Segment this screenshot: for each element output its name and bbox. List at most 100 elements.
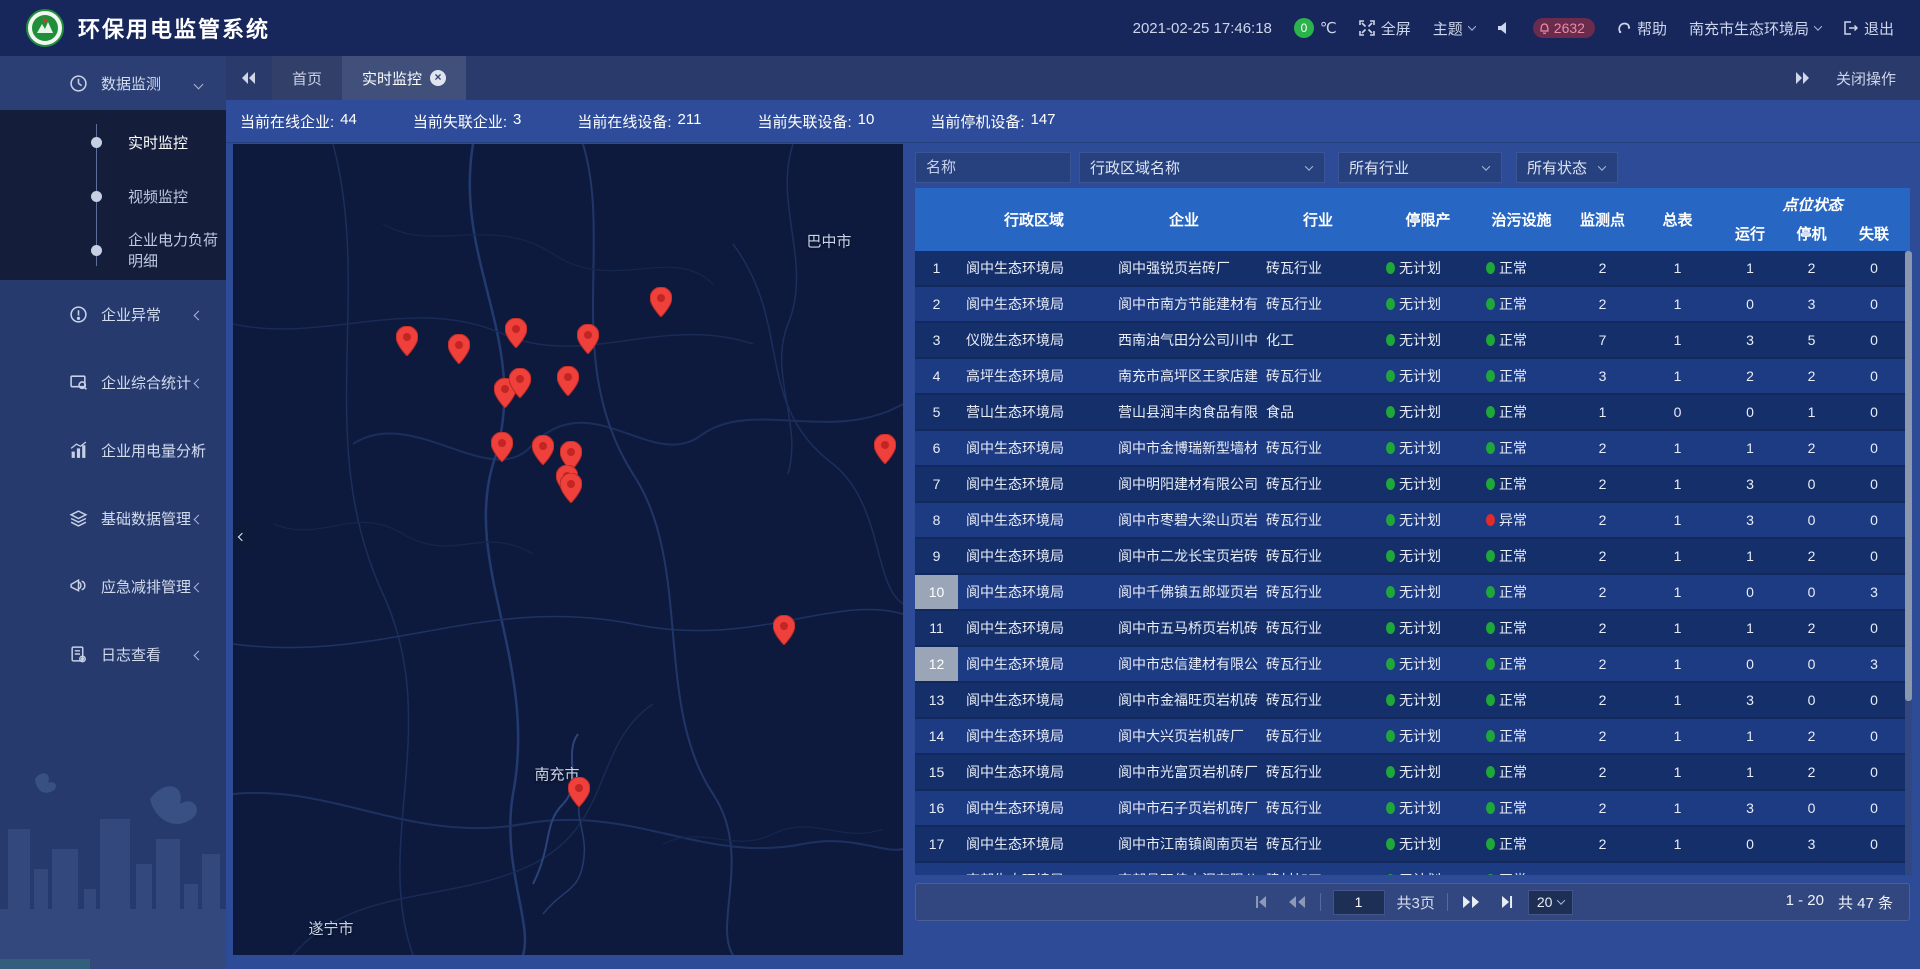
chevron-down-icon: [1482, 162, 1490, 170]
status-dot-icon: [1386, 298, 1395, 310]
stat-label: 当前在线设备:: [577, 111, 671, 132]
next-page-button[interactable]: [1460, 891, 1482, 913]
page-number-input[interactable]: [1333, 890, 1385, 915]
org-dropdown[interactable]: 南充市生态环境局: [1689, 18, 1821, 39]
logout-button[interactable]: 退出: [1843, 18, 1894, 39]
table-row[interactable]: 17 阆中生态环境局 阆中市江南镇阆南页岩 砖瓦行业 无计划 正常 2 1 0 …: [915, 827, 1910, 863]
tab-bar: 首页 实时监控 × 关闭操作: [226, 56, 1920, 100]
table-row[interactable]: 13 阆中生态环境局 阆中市金福旺页岩机砖 砖瓦行业 无计划 正常 2 1 3 …: [915, 683, 1910, 719]
status-dot-icon: [1486, 730, 1495, 742]
map-pin-icon[interactable]: [396, 326, 418, 356]
fullscreen-button[interactable]: 全屏: [1359, 18, 1411, 39]
col-header-run: 运行: [1715, 215, 1785, 251]
status-dot-icon: [1386, 874, 1395, 875]
timeline-dot-icon: [91, 191, 102, 202]
double-chevron-right-icon[interactable]: [1794, 72, 1810, 84]
name-filter-input[interactable]: [926, 159, 1060, 176]
map-pin-icon[interactable]: [505, 318, 527, 348]
map-pin-icon[interactable]: [448, 334, 470, 364]
sidebar-item-power-analysis[interactable]: 企业用电量分析: [0, 416, 226, 484]
table-row[interactable]: 4 高坪生态环境局 南充市高坪区王家店建 砖瓦行业 无计划 正常 3 1 2 2…: [915, 359, 1910, 395]
map-pin-icon[interactable]: [560, 473, 582, 503]
page-size-select[interactable]: 20: [1528, 890, 1574, 915]
table-row[interactable]: 16 阆中生态环境局 阆中市石子页岩机砖厂 砖瓦行业 无计划 正常 2 1 3 …: [915, 791, 1910, 827]
table-row[interactable]: 7 阆中生态环境局 阆中明阳建材有限公司 砖瓦行业 无计划 正常 2 1 3 0…: [915, 467, 1910, 503]
table-row[interactable]: 8 阆中生态环境局 阆中市枣碧大梁山页岩 砖瓦行业 无计划 异常 2 1 3 0…: [915, 503, 1910, 539]
table-row[interactable]: 5 营山生态环境局 营山县润丰肉食品有限 食品 无计划 正常 1 0 0 1 0: [915, 395, 1910, 431]
sidebar-item-enterprise-abnormal[interactable]: 企业异常: [0, 280, 226, 348]
sidebar-item-power-load-detail[interactable]: 企业电力负荷明细: [0, 233, 226, 267]
col-header-industry: 行业: [1258, 188, 1378, 251]
status-dot-icon: [1386, 838, 1395, 850]
chevron-left-icon: [194, 378, 204, 388]
sidebar-item-video-monitor[interactable]: 视频监控: [0, 179, 226, 213]
map-pin-icon[interactable]: [874, 434, 896, 464]
sidebar-item-data-monitor[interactable]: 数据监测: [0, 56, 226, 110]
sidebar-item-emergency-reduction[interactable]: 应急减排管理: [0, 552, 226, 620]
status-filter-select[interactable]: 所有状态: [1516, 152, 1618, 183]
region-filter-select[interactable]: 行政区域名称: [1079, 152, 1325, 183]
monitor-search-icon: [68, 373, 88, 392]
col-header-index: [915, 188, 958, 251]
map-pin-icon[interactable]: [532, 435, 554, 465]
table-row[interactable]: 9 阆中生态环境局 阆中市二龙长宝页岩砖 砖瓦行业 无计划 正常 2 1 1 2…: [915, 539, 1910, 575]
status-filter-value: 所有状态: [1527, 157, 1587, 178]
col-header-stop: 停机: [1785, 215, 1838, 251]
map-pin-icon[interactable]: [491, 432, 513, 462]
sidebar-item-base-data[interactable]: 基础数据管理: [0, 484, 226, 552]
map-collapse-toggle[interactable]: [233, 524, 253, 550]
table-row[interactable]: 2 阆中生态环境局 阆中市南方节能建材有 砖瓦行业 无计划 正常 2 1 0 3…: [915, 287, 1910, 323]
table-row[interactable]: 18 南部生态环境局 南部县双佳水泥有限公 建材加工 无计划 正常 6 0 0 …: [915, 863, 1910, 875]
map-pin-icon[interactable]: [509, 368, 531, 398]
table-scrollbar[interactable]: [1905, 251, 1912, 875]
speaker-icon: [1497, 21, 1511, 35]
temperature-unit: ℃: [1320, 19, 1337, 37]
table-row[interactable]: 1 阆中生态环境局 阆中强锐页岩砖厂 砖瓦行业 无计划 正常 2 1 1 2 0: [915, 251, 1910, 287]
sound-mute-button[interactable]: [1497, 21, 1511, 35]
stat-offline-devices: 当前失联设备: 10: [757, 111, 874, 132]
sidebar-item-realtime-monitor[interactable]: 实时监控: [0, 125, 226, 159]
close-operations-button[interactable]: 关闭操作: [1836, 68, 1896, 89]
stat-label: 当前在线企业:: [240, 111, 334, 132]
scrollbar-thumb[interactable]: [1905, 251, 1912, 701]
name-filter-field[interactable]: [915, 152, 1071, 183]
sidebar-item-log-view[interactable]: 日志查看: [0, 620, 226, 688]
status-dot-icon: [1486, 334, 1495, 346]
last-page-button[interactable]: [1494, 891, 1516, 913]
status-dot-icon: [1486, 658, 1495, 670]
map-pin-icon[interactable]: [557, 366, 579, 396]
theme-dropdown[interactable]: 主题: [1433, 18, 1475, 39]
timeline-dot-icon: [91, 137, 102, 148]
help-button[interactable]: 帮助: [1617, 18, 1667, 39]
tab-realtime-monitor[interactable]: 实时监控 ×: [342, 56, 466, 100]
first-page-button[interactable]: [1252, 891, 1274, 913]
status-dot-icon: [1486, 478, 1495, 490]
table-header: 行政区域 企业 行业 停限产 治污设施 监测点 总表 点位状态 运行 停机 失联: [915, 188, 1910, 251]
table-row[interactable]: 3 仪陇生态环境局 西南油气田分公司川中 化工 无计划 正常 7 1 3 5 0: [915, 323, 1910, 359]
industry-filter-select[interactable]: 所有行业: [1338, 152, 1502, 183]
chevron-left-icon: [194, 582, 204, 592]
sidebar-item-enterprise-statistics[interactable]: 企业综合统计: [0, 348, 226, 416]
map-pin-icon[interactable]: [568, 777, 590, 807]
sidebar-subitem-label: 视频监控: [128, 186, 188, 207]
col-header-point-status-group: 点位状态: [1715, 188, 1910, 215]
table-row[interactable]: 14 阆中生态环境局 阆中大兴页岩机砖厂 砖瓦行业 无计划 正常 2 1 1 2…: [915, 719, 1910, 755]
tab-close-icon[interactable]: ×: [430, 70, 446, 86]
tabs-scroll-left-button[interactable]: [226, 56, 272, 100]
tab-home[interactable]: 首页: [272, 56, 342, 100]
status-dot-icon: [1486, 694, 1495, 706]
range-label: 1 - 20: [1786, 892, 1824, 913]
map-pin-icon[interactable]: [773, 615, 795, 645]
table-row[interactable]: 10 阆中生态环境局 阆中千佛镇五郎垭页岩 砖瓦行业 无计划 正常 2 1 0 …: [915, 575, 1910, 611]
prev-page-button[interactable]: [1286, 891, 1308, 913]
notification-badge[interactable]: 2632: [1533, 18, 1595, 38]
map-pin-icon[interactable]: [577, 324, 599, 354]
table-row[interactable]: 12 阆中生态环境局 阆中市忠信建材有限公 砖瓦行业 无计划 正常 2 1 0 …: [915, 647, 1910, 683]
table-row[interactable]: 6 阆中生态环境局 阆中市金博瑞新型墙材 砖瓦行业 无计划 正常 2 1 1 2…: [915, 431, 1910, 467]
app-root: 环保用电监管系统 2021-02-25 17:46:18 0 ℃ 全屏 主题: [0, 0, 1920, 969]
table-row[interactable]: 11 阆中生态环境局 阆中市五马桥页岩机砖 砖瓦行业 无计划 正常 2 1 1 …: [915, 611, 1910, 647]
table-row[interactable]: 15 阆中生态环境局 阆中市光富页岩机砖厂 砖瓦行业 无计划 正常 2 1 1 …: [915, 755, 1910, 791]
chevron-down-icon: [1468, 22, 1476, 30]
map-panel[interactable]: 巴中市南充市遂宁市: [233, 144, 903, 955]
map-pin-icon[interactable]: [650, 287, 672, 317]
